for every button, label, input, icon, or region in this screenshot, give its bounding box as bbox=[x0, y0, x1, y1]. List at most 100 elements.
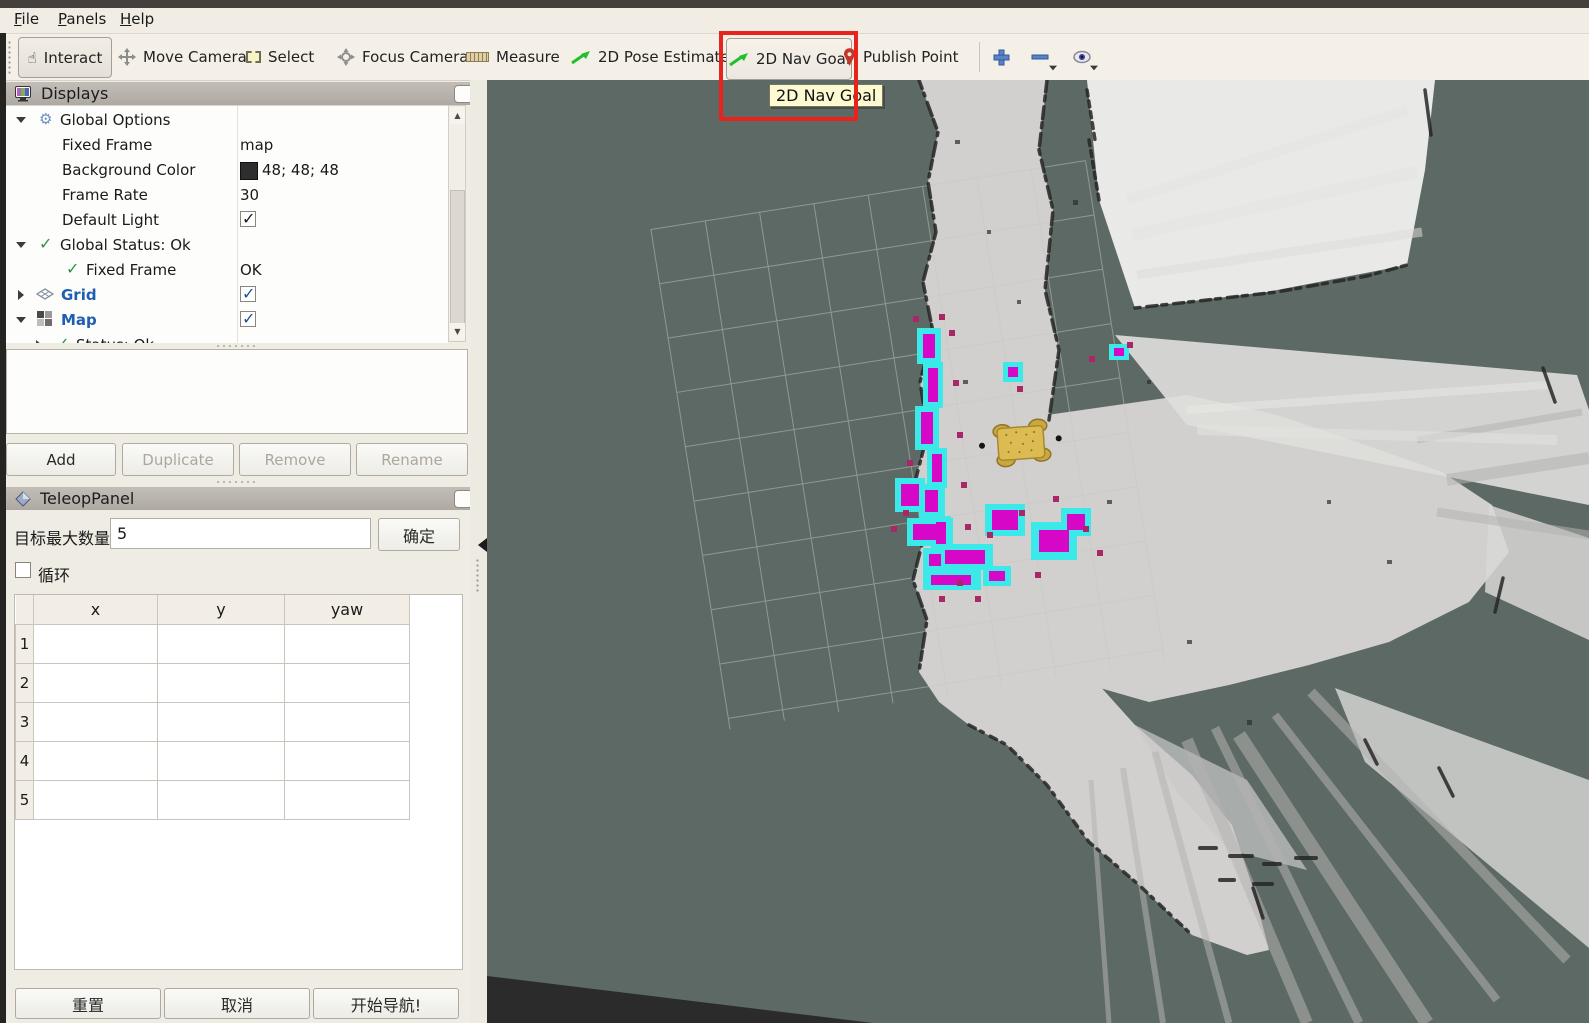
expand-arrow-icon[interactable] bbox=[36, 340, 42, 343]
display-description-box bbox=[6, 349, 468, 434]
loop-checkbox[interactable] bbox=[15, 562, 31, 578]
scroll-thumb[interactable] bbox=[450, 190, 465, 325]
toolbar-drag-handle[interactable] bbox=[7, 40, 13, 74]
green-arrow-icon bbox=[570, 50, 591, 65]
goals-table[interactable]: x y yaw 1 2 3 4 5 bbox=[15, 595, 410, 820]
tree-row-default-light[interactable]: Default Light bbox=[6, 208, 448, 233]
measure-tool-button[interactable]: Measure bbox=[466, 34, 560, 80]
menu-file[interactable]: File bbox=[14, 10, 39, 28]
goal-row[interactable]: 4 bbox=[16, 742, 410, 781]
tree-scrollbar[interactable]: ▲ ▼ bbox=[448, 105, 466, 342]
cell-yaw[interactable] bbox=[285, 625, 410, 664]
rename-display-button[interactable]: Rename bbox=[356, 443, 468, 476]
expand-arrow-icon[interactable] bbox=[16, 317, 26, 323]
remove-tool-dropdown-arrow[interactable] bbox=[1049, 66, 1057, 71]
monitor-icon bbox=[15, 86, 32, 102]
goal-row[interactable]: 1 bbox=[16, 625, 410, 664]
tree-row-fixed-frame-status[interactable]: ✓ Fixed Frame OK bbox=[6, 258, 448, 283]
rviz-window: File Panels Help ☝ Interact Move Camera … bbox=[0, 0, 1589, 1023]
cell-yaw[interactable] bbox=[285, 781, 410, 820]
collapse-panel-arrow-icon[interactable] bbox=[478, 538, 487, 552]
tree-row-global-options[interactable]: ⚙ Global Options bbox=[6, 108, 448, 133]
move-camera-tool-button[interactable]: Move Camera bbox=[118, 34, 247, 80]
grid-checkbox[interactable] bbox=[240, 286, 256, 302]
tree-row-map[interactable]: Map bbox=[6, 308, 448, 333]
pose-estimate-tool-button[interactable]: 2D Pose Estimate bbox=[570, 34, 730, 80]
cancel-button[interactable]: 取消 bbox=[164, 988, 310, 1019]
cell-x[interactable] bbox=[34, 742, 158, 781]
teleop-panel-header[interactable]: TeleopPanel bbox=[6, 487, 479, 510]
remove-tool-button[interactable] bbox=[1031, 34, 1049, 80]
scroll-down-arrow[interactable]: ▼ bbox=[450, 323, 465, 340]
expand-arrow-icon[interactable] bbox=[16, 242, 26, 248]
check-icon: ✓ bbox=[66, 259, 79, 278]
tree-row-global-status[interactable]: ✓ Global Status: Ok bbox=[6, 233, 448, 258]
eye-icon bbox=[1072, 50, 1092, 64]
goal-row[interactable]: 2 bbox=[16, 664, 410, 703]
col-header-yaw[interactable]: yaw bbox=[285, 595, 410, 625]
col-header-y[interactable]: y bbox=[158, 595, 285, 625]
tree-row-background-color[interactable]: Background Color 48; 48; 48 bbox=[6, 158, 448, 183]
ruler-icon bbox=[466, 52, 489, 62]
displays-panel-header[interactable]: Displays bbox=[6, 82, 479, 105]
col-header-x[interactable]: x bbox=[34, 595, 158, 625]
default-light-checkbox[interactable] bbox=[240, 211, 256, 227]
cell-x[interactable] bbox=[34, 625, 158, 664]
displays-panel-title: Displays bbox=[41, 84, 108, 103]
expand-arrow-icon[interactable] bbox=[16, 117, 26, 123]
cell-yaw[interactable] bbox=[285, 742, 410, 781]
goal-row[interactable]: 5 bbox=[16, 781, 410, 820]
tree-row-map-status[interactable]: ✓ Status: Ok bbox=[6, 333, 448, 343]
color-swatch[interactable] bbox=[240, 162, 258, 180]
panel-splitter-handle[interactable] bbox=[215, 480, 255, 484]
start-navigation-button[interactable]: 开始导航! bbox=[313, 988, 459, 1019]
goals-header-row: x y yaw bbox=[16, 595, 410, 625]
tree-row-grid[interactable]: Grid bbox=[6, 283, 448, 308]
cell-y[interactable] bbox=[158, 781, 285, 820]
nav-goal-highlight-box bbox=[719, 31, 858, 121]
cell-y[interactable] bbox=[158, 742, 285, 781]
splitter-drag-dots[interactable] bbox=[475, 558, 479, 592]
panel-splitter-handle[interactable] bbox=[215, 344, 255, 348]
plus-icon bbox=[993, 49, 1010, 66]
selection-box-icon bbox=[246, 51, 261, 63]
select-tool-button[interactable]: Select bbox=[246, 34, 314, 80]
interact-tool-button[interactable]: ☝ Interact bbox=[18, 37, 112, 78]
map-checkbox[interactable] bbox=[240, 311, 256, 327]
goal-row[interactable]: 3 bbox=[16, 703, 410, 742]
menu-panels[interactable]: Panels bbox=[58, 10, 106, 28]
check-icon: ✓ bbox=[56, 334, 69, 343]
remove-display-button[interactable]: Remove bbox=[239, 443, 351, 476]
visibility-dropdown-arrow[interactable] bbox=[1090, 66, 1098, 71]
gear-icon: ⚙ bbox=[39, 110, 52, 128]
check-icon: ✓ bbox=[39, 234, 52, 253]
menu-help[interactable]: Help bbox=[120, 10, 154, 28]
cell-y[interactable] bbox=[158, 625, 285, 664]
confirm-button[interactable]: 确定 bbox=[378, 518, 460, 551]
toolbar-separator bbox=[979, 42, 980, 72]
max-goals-input[interactable]: 5 bbox=[110, 518, 371, 549]
publish-point-tool-button[interactable]: Publish Point bbox=[843, 34, 958, 80]
cell-x[interactable] bbox=[34, 703, 158, 742]
cell-yaw[interactable] bbox=[285, 664, 410, 703]
tree-row-fixed-frame[interactable]: Fixed Frame map bbox=[6, 133, 448, 158]
expand-arrow-icon[interactable] bbox=[18, 290, 24, 300]
focus-camera-tool-button[interactable]: Focus Camera bbox=[337, 34, 468, 80]
cell-y[interactable] bbox=[158, 664, 285, 703]
add-tool-button[interactable] bbox=[993, 34, 1010, 80]
reset-button[interactable]: 重置 bbox=[15, 988, 161, 1019]
duplicate-display-button[interactable]: Duplicate bbox=[122, 443, 234, 476]
3d-viewport[interactable] bbox=[487, 80, 1589, 1023]
cell-x[interactable] bbox=[34, 781, 158, 820]
cell-yaw[interactable] bbox=[285, 703, 410, 742]
viewport-splitter[interactable] bbox=[470, 80, 487, 1023]
teleop-panel-title: TeleopPanel bbox=[40, 489, 134, 508]
hand-cursor-icon: ☝ bbox=[28, 49, 37, 67]
visibility-tool-button[interactable] bbox=[1072, 34, 1092, 80]
window-titlebar[interactable] bbox=[0, 0, 1589, 8]
cell-y[interactable] bbox=[158, 703, 285, 742]
cell-x[interactable] bbox=[34, 664, 158, 703]
tree-row-frame-rate[interactable]: Frame Rate 30 bbox=[6, 183, 448, 208]
add-display-button[interactable]: Add bbox=[6, 443, 116, 476]
scroll-up-arrow[interactable]: ▲ bbox=[450, 107, 465, 124]
